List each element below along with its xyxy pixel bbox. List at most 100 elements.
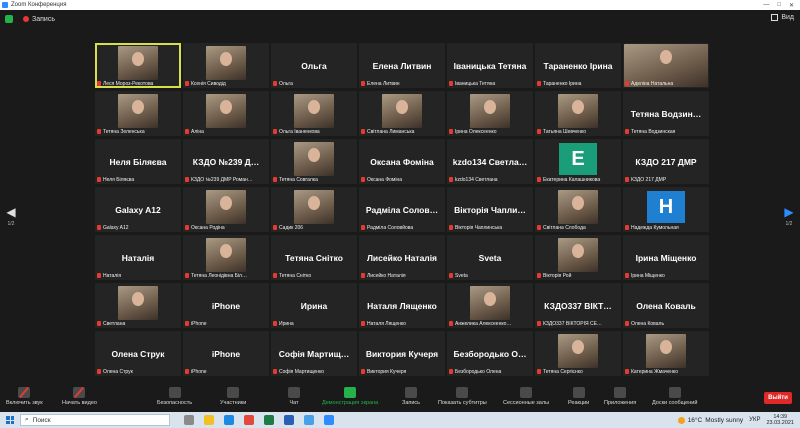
unmute-button[interactable]: Включить звук [6, 387, 43, 406]
participant-tile[interactable]: Наталя Лященко Наталя Лященко [359, 283, 445, 328]
microphone-muted-icon [185, 129, 189, 134]
participant-tile[interactable]: Аделіна Натальна [623, 43, 709, 88]
participant-tile[interactable]: Наталія Наталія [95, 235, 181, 280]
participant-tile[interactable]: Анжелика Алексеенко… [447, 283, 533, 328]
participant-face [308, 148, 320, 162]
taskbar-clock[interactable]: 14:39 23.03.2021 [766, 414, 794, 426]
participant-tile[interactable]: Оксана Родіна [183, 187, 269, 232]
weather-widget[interactable]: 16°C Mostly sunny [677, 416, 743, 424]
participant-name-label: Светлана [97, 320, 179, 327]
participant-tile[interactable]: Неля Біляєва Неля Біляєва [95, 139, 181, 184]
next-page-button[interactable]: ▶ 1/2 [782, 205, 796, 227]
participants-button[interactable]: Участники [220, 387, 246, 406]
microphone-muted-icon [449, 321, 453, 326]
share-screen-button[interactable]: Демонстрация экрана [322, 387, 378, 406]
edge-icon[interactable] [224, 415, 234, 425]
whiteboard-button[interactable]: Доски сообщений [652, 387, 697, 406]
participant-tile[interactable]: Садик 206 [271, 187, 357, 232]
participant-face [396, 100, 408, 114]
participant-tile[interactable]: Тетяна Леонідівна Біл… [183, 235, 269, 280]
microphone-muted-icon [449, 225, 453, 230]
participant-tile[interactable]: Вікторія Рой [535, 235, 621, 280]
smile-icon [572, 387, 585, 398]
participant-tile[interactable]: Аліна [183, 91, 269, 136]
participant-tile[interactable]: Ірина Міщенко Ірина Міщенко [623, 235, 709, 280]
browser-icon[interactable] [304, 415, 314, 425]
search-icon: ⌕ [25, 416, 29, 423]
security-button[interactable]: Безопасность [157, 387, 192, 406]
participant-tile[interactable]: Ольга Іваненкова [271, 91, 357, 136]
participant-video [558, 94, 598, 128]
participant-tile[interactable]: Ирина Ирина [271, 283, 357, 328]
chat-button[interactable]: Чат [288, 387, 300, 406]
zoom-taskbar-icon[interactable] [324, 415, 334, 425]
participant-tile[interactable]: Катерина Жмаченко [623, 331, 709, 376]
participant-tile[interactable]: Іваницька Тетяна Іваницька Тетяна [447, 43, 533, 88]
microphone-muted-icon [185, 81, 189, 86]
recording-indicator[interactable]: Запись [23, 16, 55, 23]
participant-tile[interactable]: Ксенія Сиводід [183, 43, 269, 88]
start-video-button[interactable]: Начать видео [62, 387, 97, 406]
previous-page-button[interactable]: ◀ 1/2 [4, 205, 18, 227]
record-button[interactable]: Запись [402, 387, 420, 406]
recording-label: Запись [32, 15, 55, 23]
close-button[interactable]: ✕ [789, 2, 794, 9]
leave-button[interactable]: Выйти [764, 392, 792, 404]
participant-tile[interactable]: E Екатерина Калашникова [535, 139, 621, 184]
participant-name-text: Galaxy A12 [103, 224, 129, 231]
participant-tile[interactable]: Вікторія Чапли… Вікторія Чаплинська [447, 187, 533, 232]
participant-tile[interactable]: Елена Литвин Елена Литвин [359, 43, 445, 88]
participant-tile[interactable]: Тетяна Снітко Тетяна Снітко [271, 235, 357, 280]
microphone-muted-icon [185, 177, 189, 182]
file-explorer-icon[interactable] [204, 415, 214, 425]
participant-tile[interactable]: H Надежда Кумольная [623, 187, 709, 232]
apps-button[interactable]: Приложения [604, 387, 636, 406]
participant-tile[interactable]: Тараненко Ірина Тараненко Ірина [535, 43, 621, 88]
participant-tile[interactable]: Ольга Ольга [271, 43, 357, 88]
participant-tile[interactable]: Олена Струк Олена Струк [95, 331, 181, 376]
participant-tile[interactable]: Galaxy A12 Galaxy A12 [95, 187, 181, 232]
participant-tile[interactable]: Тетяна Совгалка [271, 139, 357, 184]
taskbar-search-box[interactable]: ⌕ Поиск [20, 414, 170, 426]
participant-tile[interactable]: Радміла Солов… Радміла Соловйова [359, 187, 445, 232]
microphone-muted-icon [361, 129, 365, 134]
participant-tile[interactable]: КЗДО337 ВІКТ… КЗДО337 ВІКТОРІЯ СЕ… [535, 283, 621, 328]
participant-tile[interactable]: Тетяна Сергієнко [535, 331, 621, 376]
encryption-shield-icon[interactable] [5, 15, 13, 23]
captions-button[interactable]: Показать субтитры [438, 387, 487, 406]
participant-tile[interactable]: Тетяна Водзин… Тетяна Водзинская [623, 91, 709, 136]
windows-start-icon[interactable] [6, 416, 14, 424]
task-view-icon[interactable] [184, 415, 194, 425]
microphone-muted-icon [537, 273, 541, 278]
participant-tile[interactable]: kzdo134 Светла… kzdo134 Светлана [447, 139, 533, 184]
word-icon[interactable] [284, 415, 294, 425]
excel-icon[interactable] [264, 415, 274, 425]
participant-tile[interactable]: iPhone iPhone [183, 331, 269, 376]
participant-tile[interactable]: Оксана Фоміна Оксана Фоміна [359, 139, 445, 184]
chrome-icon[interactable] [244, 415, 254, 425]
participant-tile[interactable]: Леся Мороз-Рекотова [95, 43, 181, 88]
participant-tile[interactable]: КЗДО №239 Д… КЗДО №239 ДМР Роман… [183, 139, 269, 184]
participant-tile[interactable]: Світлана Слобода [535, 187, 621, 232]
participant-tile[interactable]: Татьяна Шевченко [535, 91, 621, 136]
participant-tile[interactable]: КЗДО 217 ДМР КЗДО 217 ДМР [623, 139, 709, 184]
participant-tile[interactable]: Олена Коваль Олена Коваль [623, 283, 709, 328]
view-toggle-button[interactable]: Вид [771, 14, 794, 21]
participant-tile[interactable]: Лисейко Наталія Лисейко Наталія [359, 235, 445, 280]
reactions-button[interactable]: Реакции [568, 387, 589, 406]
participant-tile[interactable]: iPhone iPhone [183, 283, 269, 328]
microphone-muted-icon [625, 273, 629, 278]
participant-tile[interactable]: Светлана [95, 283, 181, 328]
breakout-rooms-button[interactable]: Сессионные залы [503, 387, 549, 406]
participant-name-text: Татьяна Шевченко [543, 128, 587, 135]
participant-tile[interactable]: Безбородько О… Безбородько Олена [447, 331, 533, 376]
maximize-button[interactable]: □ [777, 2, 781, 9]
language-indicator[interactable]: УКР [749, 417, 760, 423]
participant-tile[interactable]: Тетяна Зеленська [95, 91, 181, 136]
participant-tile[interactable]: Виктория Кучеря Виктория Кучеря [359, 331, 445, 376]
participant-tile[interactable]: Ірина Олексеенко [447, 91, 533, 136]
participant-tile[interactable]: Sveta Sveta [447, 235, 533, 280]
participant-tile[interactable]: Софія Мартищ… Софія Мартищенко [271, 331, 357, 376]
minimize-button[interactable]: — [763, 2, 769, 9]
participant-tile[interactable]: Світлана Лиманська [359, 91, 445, 136]
